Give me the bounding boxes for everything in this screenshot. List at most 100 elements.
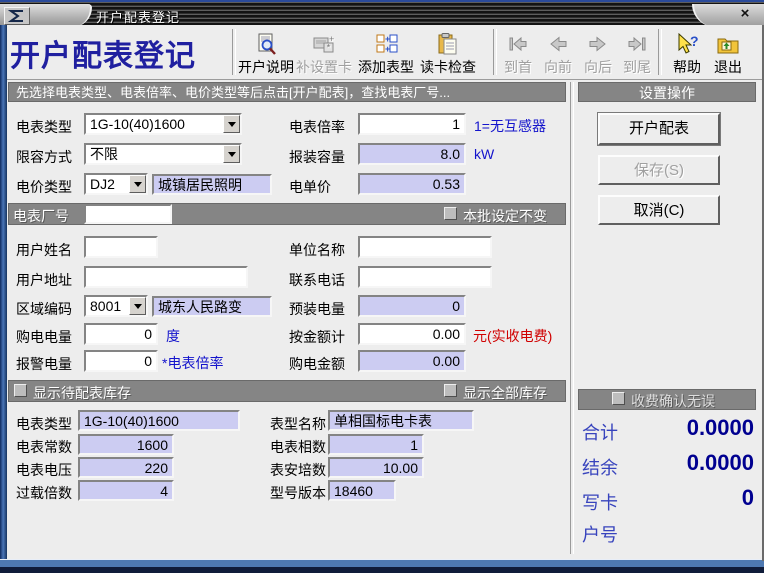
app-window: 开户配表登记 × 开户配表登记 开户说明 xyxy=(0,0,764,573)
meter-ratio-hint: 1=无互感器 xyxy=(474,116,546,136)
exit-button[interactable]: 退出 xyxy=(707,29,749,77)
inv-phase-field: 1 xyxy=(328,434,424,455)
phone-label: 联系电话 xyxy=(289,270,345,290)
capacity-unit: kW xyxy=(474,146,494,162)
chevron-down-icon[interactable] xyxy=(223,115,240,133)
instruction-banner: 先选择电表类型、电表倍率、电价类型等后点击[开户配表]，查找电表厂号... xyxy=(8,82,566,102)
toolbar-separator xyxy=(493,29,497,75)
meter-type-label: 电表类型 xyxy=(16,117,72,137)
balance-value: 0.0000 xyxy=(600,450,754,476)
chevron-down-icon[interactable] xyxy=(129,175,146,193)
stock-all-label: 显示全部库存 xyxy=(463,383,547,403)
read-card-check-button[interactable]: 读卡检查 xyxy=(419,29,477,77)
close-icon[interactable]: × xyxy=(736,6,754,23)
meter-type-combobox[interactable]: 1G-10(40)1600 xyxy=(84,113,242,135)
region-desc-field: 城东人民路变 xyxy=(152,296,272,317)
write-card-value: 0 xyxy=(600,485,754,511)
fee-confirm-checkbox[interactable] xyxy=(612,392,625,405)
window-left-edge xyxy=(0,25,7,561)
inv-type-label: 电表类型 xyxy=(16,414,72,434)
chevron-down-icon[interactable] xyxy=(129,297,146,315)
user-name-input[interactable] xyxy=(84,236,158,258)
org-name-label: 单位名称 xyxy=(289,240,345,260)
toolbar-separator xyxy=(232,29,236,75)
svg-text:?: ? xyxy=(690,33,698,49)
toolbar: 开户配表登记 开户说明 * xyxy=(0,25,764,80)
stock-pending-checkbox[interactable] xyxy=(14,384,27,397)
first-record-button: 到首 xyxy=(498,29,538,77)
meter-ratio-label: 电表倍率 xyxy=(289,117,345,137)
add-meter-type-button[interactable]: + + 添加表型 xyxy=(357,29,415,77)
limit-mode-combobox[interactable]: 不限 xyxy=(84,143,242,165)
total-value: 0.0000 xyxy=(600,415,754,441)
supplement-card-button: * + 补设置卡 xyxy=(295,29,353,77)
inv-version-label: 型号版本 xyxy=(270,483,326,503)
address-label: 用户地址 xyxy=(16,270,72,290)
meter-ratio-input[interactable] xyxy=(358,113,466,135)
inv-type-field: 1G-10(40)1600 xyxy=(78,410,240,431)
window-bottom-edge-dark xyxy=(0,567,764,573)
org-name-input[interactable] xyxy=(358,236,492,258)
factory-no-label: 电表厂号 xyxy=(13,206,69,226)
open-account-assign-button[interactable]: 开户配表 xyxy=(598,113,720,145)
svg-text:+: + xyxy=(329,35,334,44)
preload-qty-label: 预装电量 xyxy=(289,299,345,319)
stock-all-checkbox[interactable] xyxy=(444,384,457,397)
doc-magnifier-icon xyxy=(237,29,295,55)
buy-qty-label: 购电电量 xyxy=(16,327,72,347)
cancel-button[interactable]: 取消(C) xyxy=(598,195,720,225)
inv-overload-field: 4 xyxy=(78,480,174,501)
system-menu-icon[interactable] xyxy=(4,7,30,25)
inv-name-label: 表型名称 xyxy=(270,414,326,434)
by-amount-input[interactable] xyxy=(358,323,466,345)
alarm-qty-label: 报警电量 xyxy=(16,354,72,374)
inv-amp-field: 10.00 xyxy=(328,457,424,478)
user-name-label: 用户姓名 xyxy=(16,240,72,260)
open-account-help-button[interactable]: 开户说明 xyxy=(237,29,295,77)
inv-version-field: 18460 xyxy=(328,480,396,501)
fee-confirm-label: 收费确认无误 xyxy=(631,391,715,411)
alarm-qty-input[interactable] xyxy=(84,350,158,372)
inv-volt-field: 220 xyxy=(78,457,174,478)
unit-price-label: 电单价 xyxy=(289,177,331,197)
page-title: 开户配表登记 xyxy=(10,31,196,75)
batch-fixed-label: 本批设定不变 xyxy=(463,206,547,226)
by-amount-label: 按金额计 xyxy=(289,327,345,347)
factory-no-input[interactable] xyxy=(84,204,172,224)
price-type-combobox[interactable]: DJ2 xyxy=(84,173,148,195)
inv-amp-label: 表安培数 xyxy=(270,460,326,480)
account-no-label: 户号 xyxy=(582,521,618,547)
save-button: 保存(S) xyxy=(598,155,720,185)
preload-qty-field: 0 xyxy=(358,295,466,317)
alarm-qty-hint: *电表倍率 xyxy=(162,353,223,373)
last-record-icon xyxy=(617,29,657,55)
actions-panel-header: 设置操作 xyxy=(578,82,756,102)
last-record-button: 到尾 xyxy=(617,29,657,77)
buy-qty-input[interactable] xyxy=(84,323,158,345)
svg-text:+: + xyxy=(385,34,390,44)
setup-card-icon: * + xyxy=(295,29,353,55)
inv-const-label: 电表常数 xyxy=(16,437,72,457)
region-code-combobox[interactable]: 8001 xyxy=(84,295,148,317)
inv-const-field: 1600 xyxy=(78,434,174,455)
phone-input[interactable] xyxy=(358,266,492,288)
capacity-field: 8.0 xyxy=(358,143,466,165)
help-button[interactable]: ? 帮助 xyxy=(666,29,708,77)
inv-overload-label: 过载倍数 xyxy=(16,483,72,503)
title-bar: 开户配表登记 × xyxy=(0,0,764,25)
batch-fixed-checkbox[interactable] xyxy=(444,207,457,220)
stock-pending-label: 显示待配表库存 xyxy=(33,383,131,403)
by-amount-hint: 元(实收电费) xyxy=(473,326,552,346)
panel-divider xyxy=(570,82,574,554)
address-input[interactable] xyxy=(84,266,248,288)
capacity-label: 报装容量 xyxy=(289,147,345,167)
help-icon: ? xyxy=(666,29,708,55)
buy-qty-unit: 度 xyxy=(166,326,180,346)
chevron-down-icon[interactable] xyxy=(223,145,240,163)
next-record-icon xyxy=(578,29,618,55)
first-record-icon xyxy=(498,29,538,55)
limit-mode-label: 限容方式 xyxy=(16,147,72,167)
inv-volt-label: 电表电压 xyxy=(16,460,72,480)
toolbar-separator xyxy=(658,29,662,75)
inv-name-field: 单相国标电卡表 xyxy=(328,410,474,431)
